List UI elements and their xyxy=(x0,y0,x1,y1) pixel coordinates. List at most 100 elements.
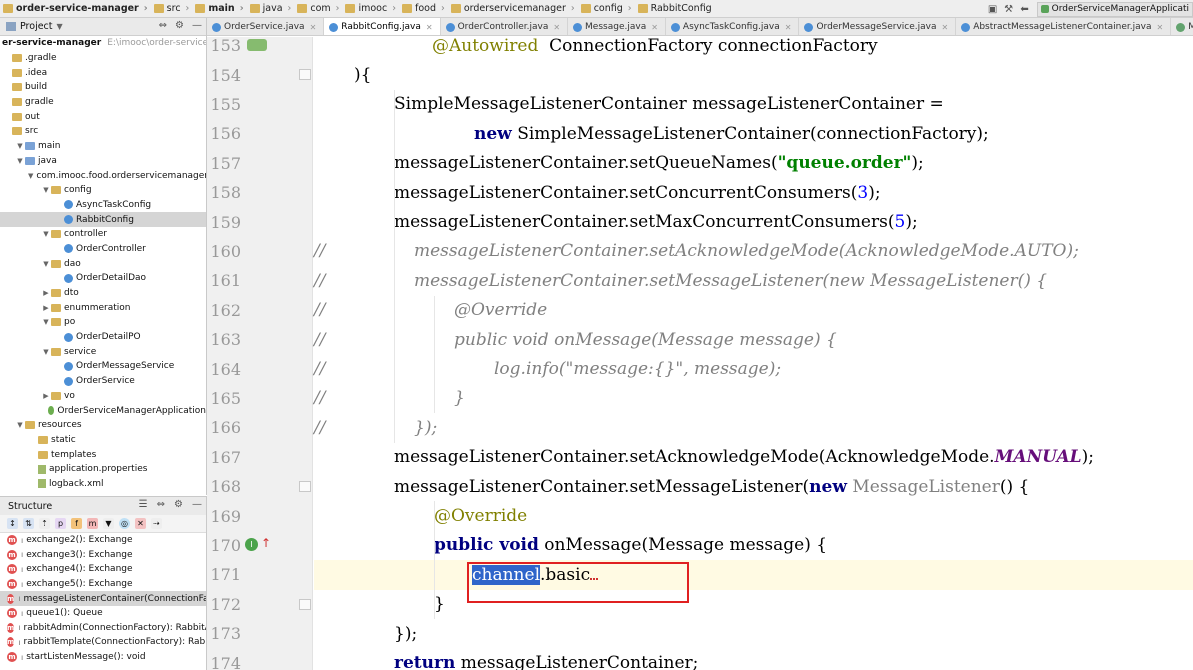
tree-item[interactable]: ▼ com.imooc.food.orderservicemanager xyxy=(0,168,206,183)
close-icon[interactable]: ✕ xyxy=(553,23,560,32)
tree-item[interactable]: application.properties xyxy=(0,462,206,477)
tree-expand-arrow-icon[interactable]: ▼ xyxy=(15,142,25,150)
tree-item[interactable]: logback.xml xyxy=(0,477,206,492)
settings-icon[interactable]: ⚙ xyxy=(174,499,183,510)
code-line[interactable]: }); xyxy=(314,619,1193,648)
tree-item[interactable]: OrderMessageService xyxy=(0,359,206,374)
expand-icon[interactable]: ⇔ xyxy=(157,499,165,510)
code-line[interactable]: @Autowired ConnectionFactory connectionF… xyxy=(314,37,1193,60)
code-line[interactable]: messageListenerContainer.setConcurrentCo… xyxy=(314,178,1193,207)
code-line[interactable]: return messageListenerContainer; xyxy=(314,648,1193,670)
editor-gutter[interactable]: 153 154 155 156 157 158 159 160 161 162 163 164 165 1… xyxy=(207,37,313,670)
close-icon[interactable]: ✕ xyxy=(941,23,948,32)
structure-item[interactable]: m ı messageListenerContainer(ConnectionFac… xyxy=(0,591,206,606)
show-inherited-icon[interactable]: ⇡ xyxy=(39,518,50,529)
structure-item[interactable]: m ı exchange5(): Exchange xyxy=(0,577,206,592)
tree-item[interactable]: OrderService xyxy=(0,374,206,389)
structure-item[interactable]: m ı exchange4(): Exchange xyxy=(0,562,206,577)
close-icon[interactable]: ✕ xyxy=(651,23,658,32)
project-panel-title[interactable]: Project xyxy=(20,21,53,32)
breadcrumb-item[interactable]: java › xyxy=(247,0,295,17)
tree-item[interactable]: ▼ service xyxy=(0,344,206,359)
tree-item[interactable]: build xyxy=(0,80,206,95)
tree-item[interactable]: gradle xyxy=(0,95,206,110)
tree-item[interactable]: .idea xyxy=(0,65,206,80)
tree-item[interactable]: OrderDetailDao xyxy=(0,271,206,286)
tree-item[interactable]: RabbitConfig xyxy=(0,212,206,227)
breadcrumb-item[interactable]: main › xyxy=(192,0,246,17)
structure-item[interactable]: m ı queue1(): Queue xyxy=(0,606,206,621)
close-icon[interactable]: ✕ xyxy=(785,23,792,32)
editor-tab[interactable]: OrderMessageService.java ✕ xyxy=(799,18,957,35)
code-line[interactable]: // messageListenerContainer.setAcknowledg… xyxy=(314,237,1193,266)
structure-item[interactable]: m ı exchange3(): Exchange xyxy=(0,548,206,563)
close-icon[interactable]: ✕ xyxy=(310,23,317,32)
tree-item[interactable]: templates xyxy=(0,447,206,462)
code-editor[interactable]: 153 154 155 156 157 158 159 160 161 162 163 164 165 1… xyxy=(207,37,1193,670)
tree-item[interactable]: ▼ po xyxy=(0,315,206,330)
editor-tab[interactable]: AbstractMessageListenerContainer.java ✕ xyxy=(956,18,1172,35)
code-line[interactable]: // @Override xyxy=(314,296,1193,325)
project-root[interactable]: er-service-manager E:\imooc\order-servic… xyxy=(0,36,206,51)
tree-expand-arrow-icon[interactable]: ▼ xyxy=(15,157,25,165)
hide-panel-icon[interactable]: — xyxy=(192,499,202,510)
tree-expand-arrow-icon[interactable]: ▼ xyxy=(41,318,51,326)
code-line[interactable]: messageListenerContainer.setAcknowledgeM… xyxy=(314,443,1193,472)
code-line[interactable]: } xyxy=(314,590,1193,619)
breadcrumb-item[interactable]: food › xyxy=(399,0,448,17)
editor-tab[interactable]: OrderService.java ✕ xyxy=(207,18,325,35)
code-line[interactable]: messageListenerContainer.setQueueNames("… xyxy=(314,149,1193,178)
sort-visibility-icon[interactable]: ⇅ xyxy=(23,518,34,529)
tree-item[interactable]: ▶ dto xyxy=(0,286,206,301)
tree-expand-arrow-icon[interactable]: ▶ xyxy=(41,392,51,400)
fold-marker-icon[interactable] xyxy=(299,598,311,610)
filter-icon[interactable]: ▼ xyxy=(103,518,114,529)
fold-marker-icon[interactable] xyxy=(299,69,311,81)
hide-panel-icon[interactable]: — xyxy=(192,20,202,31)
tree-expand-arrow-icon[interactable]: ▶ xyxy=(41,289,51,297)
breadcrumb-item[interactable]: order-service-manager › xyxy=(0,0,151,17)
tree-item[interactable]: ▶ enummeration xyxy=(0,300,206,315)
show-methods-icon[interactable]: m xyxy=(87,518,98,529)
editor-tab[interactable]: Message.java ✕ xyxy=(568,18,666,35)
breadcrumb-item[interactable]: config › xyxy=(578,0,635,17)
editor-tab[interactable]: MessageListener.java✕ xyxy=(1171,18,1193,35)
structure-item[interactable]: m ı exchange2(): Exchange xyxy=(0,533,206,548)
editor-tab[interactable]: AsyncTaskConfig.java ✕ xyxy=(666,18,800,35)
tree-item[interactable]: ▼ controller xyxy=(0,227,206,242)
code-area[interactable]: ♀@Autowired ConnectionFactory connection… xyxy=(314,37,1193,670)
code-line[interactable]: new SimpleMessageListenerContainer(conne… xyxy=(314,119,1193,148)
code-line[interactable]: SimpleMessageListenerContainer messageLi… xyxy=(314,90,1193,119)
layout-icon[interactable]: ▣ xyxy=(985,4,1001,15)
tree-expand-arrow-icon[interactable]: ▼ xyxy=(15,421,25,429)
sort-alpha-icon[interactable]: ↕ xyxy=(7,518,18,529)
tree-expand-arrow-icon[interactable]: ▼ xyxy=(41,186,51,194)
tree-item[interactable]: src xyxy=(0,124,206,139)
arrow-back-icon[interactable]: ⬅ xyxy=(1017,4,1033,15)
structure-item[interactable]: m ı rabbitAdmin(ConnectionFactory): Rabbit… xyxy=(0,621,206,636)
override-gutter-icon[interactable]: I xyxy=(245,537,258,551)
tree-expand-arrow-icon[interactable]: ▼ xyxy=(41,348,51,356)
fold-marker-icon[interactable] xyxy=(299,481,311,492)
tree-item[interactable]: ▼ java xyxy=(0,154,206,169)
breadcrumb-item[interactable]: RabbitConfig xyxy=(635,0,715,17)
structure-item[interactable]: m ı startListenMessage(): void xyxy=(0,650,206,665)
show-lambdas-icon[interactable]: ◎ xyxy=(119,518,130,529)
show-fields-icon[interactable]: f xyxy=(71,518,82,529)
code-line[interactable]: messageListenerContainer.setMaxConcurren… xyxy=(314,207,1193,236)
code-line[interactable]: // messageListenerContainer.setMessageLis… xyxy=(314,266,1193,295)
code-line[interactable]: @Override xyxy=(314,501,1193,530)
code-line[interactable]: // log.info("message:{}", message); xyxy=(314,354,1193,383)
tree-item[interactable]: ▼ resources xyxy=(0,418,206,433)
code-line[interactable]: messageListenerContainer.setMessageListe… xyxy=(314,472,1193,501)
code-line[interactable]: //}); xyxy=(314,413,1193,442)
tree-item[interactable]: OrderServiceManagerApplication xyxy=(0,403,206,418)
collapse-all-icon[interactable]: ⇔ xyxy=(159,20,167,31)
code-line[interactable]: public void onMessage(Message message) { xyxy=(314,531,1193,560)
tree-item[interactable]: ▼ dao xyxy=(0,256,206,271)
hammer-icon[interactable]: ⚒ xyxy=(1001,4,1017,15)
tree-item[interactable]: ▼ main xyxy=(0,139,206,154)
code-line[interactable]: channel.basic xyxy=(314,560,1193,590)
show-non-public-icon[interactable]: ✕ xyxy=(135,518,146,529)
tree-item[interactable]: OrderDetailPO xyxy=(0,330,206,345)
